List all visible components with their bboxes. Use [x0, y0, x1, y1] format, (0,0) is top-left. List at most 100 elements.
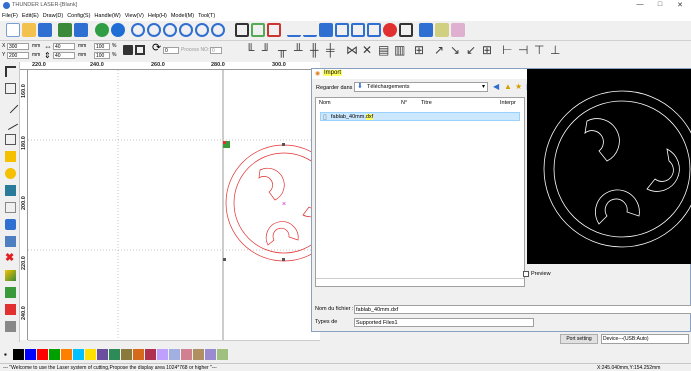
fablab-logo-shape[interactable]	[225, 144, 320, 262]
back-icon[interactable]: ◀	[493, 82, 499, 91]
horizontal-scrollbar[interactable]	[28, 340, 320, 347]
arrange-ne-icon[interactable]: ↗	[434, 44, 444, 56]
align-icon[interactable]	[351, 23, 365, 37]
file-list[interactable]: Nom N° Titre Interpr ▯ fablab_40mm.dxf	[315, 97, 525, 287]
color-swatch[interactable]	[49, 349, 60, 360]
array-icon[interactable]	[319, 23, 333, 37]
menu-model[interactable]: Model(M)	[169, 12, 196, 20]
matrix-tool-icon[interactable]	[5, 321, 16, 332]
settings-icon[interactable]	[111, 23, 125, 37]
text-tool-icon[interactable]	[5, 185, 16, 196]
pen-icon[interactable]	[267, 23, 281, 37]
mirror-icon[interactable]	[335, 23, 349, 37]
same-width-icon[interactable]: ▤	[378, 44, 389, 56]
cross-icon[interactable]: ⋈	[346, 44, 358, 56]
zoom-in-icon[interactable]	[147, 23, 161, 37]
color-swatch[interactable]	[205, 349, 216, 360]
zoom-out-icon[interactable]	[163, 23, 177, 37]
stop-icon[interactable]	[383, 23, 397, 37]
optimize-icon[interactable]	[435, 23, 449, 37]
port-setting-button[interactable]: Port setting	[560, 334, 598, 344]
grid-tool-icon[interactable]	[5, 219, 16, 230]
color-swatch[interactable]	[157, 349, 168, 360]
frame-icon[interactable]	[399, 23, 413, 37]
filename-input[interactable]: fablab_40mm.dxf	[354, 305, 691, 314]
color-swatch[interactable]	[133, 349, 144, 360]
close-icon[interactable]: ✕	[673, 1, 687, 9]
up-folder-icon[interactable]: ▲	[504, 82, 512, 91]
cut-tool-icon[interactable]	[5, 304, 16, 315]
rectangle-tool-icon[interactable]	[5, 151, 16, 162]
color-swatch[interactable]	[37, 349, 48, 360]
zoom-page-icon[interactable]	[195, 23, 209, 37]
menu-draw[interactable]: Draw(D)	[41, 12, 65, 20]
center-v-icon[interactable]: ╪	[326, 44, 335, 56]
delete-tool-icon[interactable]: ✖	[5, 253, 16, 264]
minimize-icon[interactable]: —	[633, 1, 647, 8]
color-swatch[interactable]	[25, 349, 36, 360]
dot-tool-icon[interactable]	[5, 202, 16, 213]
y-position-field[interactable]: 200	[7, 52, 29, 59]
look-in-dropdown[interactable]: ⬇ Téléchargements ▾	[354, 82, 488, 92]
simulate-icon[interactable]	[451, 23, 465, 37]
column-artist[interactable]: Interpr	[500, 100, 516, 106]
file-row[interactable]: ▯ fablab_40mm.dxf	[320, 112, 520, 121]
align-bottom-icon[interactable]: ╨	[294, 44, 303, 56]
color-swatch[interactable]	[169, 349, 180, 360]
line-tool-icon[interactable]	[2, 97, 19, 114]
color-swatch[interactable]	[145, 349, 156, 360]
new-file-icon[interactable]	[6, 23, 20, 37]
height-percent-field[interactable]: 100	[94, 52, 110, 59]
preview-checkbox[interactable]	[523, 271, 529, 277]
rectangle-icon[interactable]	[235, 23, 249, 37]
height-field[interactable]: 40	[53, 52, 75, 59]
selection-handle[interactable]	[223, 258, 226, 261]
node-edit-icon[interactable]	[251, 23, 265, 37]
align-left-icon[interactable]: ╙	[246, 44, 255, 56]
align-right-icon[interactable]: ╜	[262, 44, 271, 56]
x-distribute-icon[interactable]: ✕	[362, 44, 372, 56]
bmp-icon[interactable]	[303, 23, 317, 37]
node-tool-icon[interactable]	[5, 83, 16, 94]
lock-ratio-icon[interactable]	[123, 45, 133, 55]
angle-field[interactable]: 0	[163, 47, 179, 54]
polyline-tool-icon[interactable]	[2, 114, 19, 131]
width-percent-field[interactable]: 100	[94, 43, 110, 50]
select-tool-icon[interactable]	[5, 66, 16, 77]
color-swatch[interactable]	[73, 349, 84, 360]
mirror-toggle-icon[interactable]	[135, 45, 145, 55]
curve-tool-icon[interactable]	[5, 134, 16, 145]
arrange-grid-icon[interactable]: ⊞	[482, 44, 492, 56]
process-no-field[interactable]: 0	[210, 47, 222, 54]
color-swatch[interactable]	[61, 349, 72, 360]
color-swatch[interactable]	[121, 349, 132, 360]
monitor-icon[interactable]	[419, 23, 433, 37]
array-tool-icon[interactable]	[5, 236, 16, 247]
same-size-icon[interactable]: ⊞	[414, 44, 424, 56]
new-folder-icon[interactable]: ★	[515, 82, 522, 91]
menu-view[interactable]: View(V)	[123, 12, 146, 20]
menu-handle[interactable]: Handle(W)	[92, 12, 122, 20]
zoom-fit-icon[interactable]	[179, 23, 193, 37]
arrange-sw-icon[interactable]: ↙	[466, 44, 476, 56]
drawing-canvas[interactable]: ×	[28, 70, 320, 340]
start-icon[interactable]	[95, 23, 109, 37]
color-swatch[interactable]	[217, 349, 228, 360]
open-folder-icon[interactable]	[22, 23, 36, 37]
rotate-icon[interactable]: ⟳	[152, 43, 161, 54]
filetype-select[interactable]: Supported Files1	[354, 318, 534, 327]
menu-help[interactable]: Help(H)	[146, 12, 169, 20]
arrange-top-icon[interactable]: ⊤	[534, 44, 544, 56]
file-list-hscroll[interactable]	[316, 278, 524, 286]
import-icon[interactable]	[58, 23, 72, 37]
menu-tool[interactable]: Tool(T)	[196, 12, 217, 20]
menu-config[interactable]: Config(S)	[65, 12, 92, 20]
x-position-field[interactable]: 300	[7, 43, 29, 50]
ellipse-tool-icon[interactable]	[5, 168, 16, 179]
color-swatch[interactable]	[109, 349, 120, 360]
color-swatch[interactable]	[181, 349, 192, 360]
column-name[interactable]: Nom	[319, 100, 331, 106]
selection-handle[interactable]	[282, 258, 285, 261]
zoom-select-icon[interactable]	[211, 23, 225, 37]
device-select[interactable]: Device---(USB:Auto)	[601, 334, 689, 344]
